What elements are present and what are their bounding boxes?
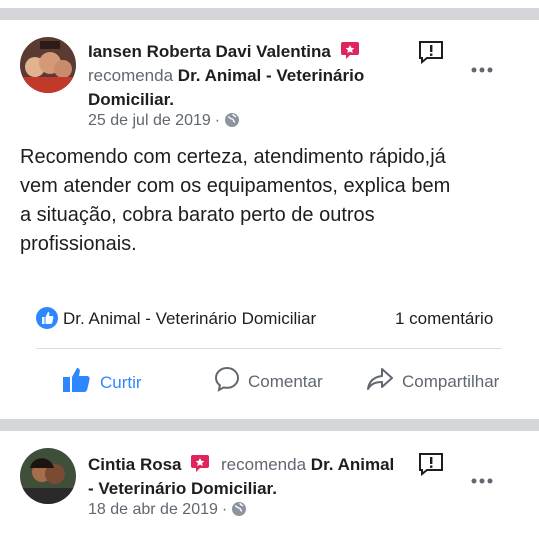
share-icon <box>366 366 394 397</box>
post-text-line: vem atender com os equipamentos, explica… <box>20 175 451 197</box>
comment-button-label: Comentar <box>248 371 323 391</box>
post-date[interactable]: 18 de abr de 2019 <box>88 501 218 518</box>
post-header-line-2: - Veterinário Domiciliar. <box>88 477 277 501</box>
report-icon[interactable] <box>418 40 444 65</box>
page-name[interactable]: Dr. Animal - Veterinário <box>178 66 364 85</box>
page-name[interactable]: Dr. Animal <box>311 455 394 474</box>
post-meta: 25 de jul de 2019 · <box>88 112 240 133</box>
post-date[interactable]: 25 de jul de 2019 <box>88 112 211 129</box>
recommend-verb: recomenda <box>88 66 174 85</box>
author-name[interactable]: Iansen Roberta Davi Valentina <box>88 42 331 61</box>
recommend-verb: recomenda <box>221 455 307 474</box>
share-button-label: Compartilhar <box>402 371 500 391</box>
like-button-label: Curtir <box>100 372 142 392</box>
author-avatar[interactable] <box>20 37 76 93</box>
post-text-line: Recomendo com certeza, atendimento rápid… <box>20 146 446 168</box>
comment-count[interactable]: 1 comentário <box>395 309 493 329</box>
meta-dot: · <box>221 501 228 518</box>
post-header-line-1: Cintia Rosa recomenda Dr. Animal <box>88 453 394 480</box>
page-name-cont[interactable]: Domiciliar. <box>88 90 174 109</box>
author-avatar[interactable] <box>20 448 76 504</box>
globe-icon <box>231 501 247 522</box>
recommend-badge-icon <box>190 453 210 480</box>
reactor-name[interactable]: Dr. Animal - Veterinário Domiciliar <box>63 309 316 329</box>
recommend-badge-icon <box>340 40 360 67</box>
post-meta: 18 de abr de 2019 · <box>88 501 247 522</box>
share-button[interactable]: Compartilhar <box>366 366 499 397</box>
like-button[interactable]: Curtir <box>62 366 142 399</box>
comment-button[interactable]: Comentar <box>214 366 323 397</box>
post-text-line: profissionais. <box>20 233 137 255</box>
author-name[interactable]: Cintia Rosa <box>88 455 182 474</box>
report-icon[interactable] <box>418 452 444 477</box>
post-header-line-3: Domiciliar. <box>88 88 174 112</box>
post-text: Recomendo com certeza, atendimento rápid… <box>20 143 450 259</box>
comment-icon <box>214 366 240 397</box>
more-options-icon[interactable] <box>471 472 493 484</box>
globe-icon <box>224 112 240 133</box>
post-header-line-2: recomenda Dr. Animal - Veterinário <box>88 64 364 88</box>
actions-divider <box>36 348 502 349</box>
like-reaction-icon[interactable] <box>36 307 58 329</box>
post-header-line-1: Iansen Roberta Davi Valentina <box>88 40 360 67</box>
page-name-cont[interactable]: - Veterinário Domiciliar. <box>88 479 277 498</box>
top-separator <box>0 8 539 20</box>
meta-dot: · <box>214 112 221 129</box>
thumbs-up-icon <box>62 366 92 399</box>
post-separator <box>0 419 539 431</box>
more-options-icon[interactable] <box>471 61 493 73</box>
post-text-line: a situação, cobra barato perto de outros <box>20 204 375 226</box>
